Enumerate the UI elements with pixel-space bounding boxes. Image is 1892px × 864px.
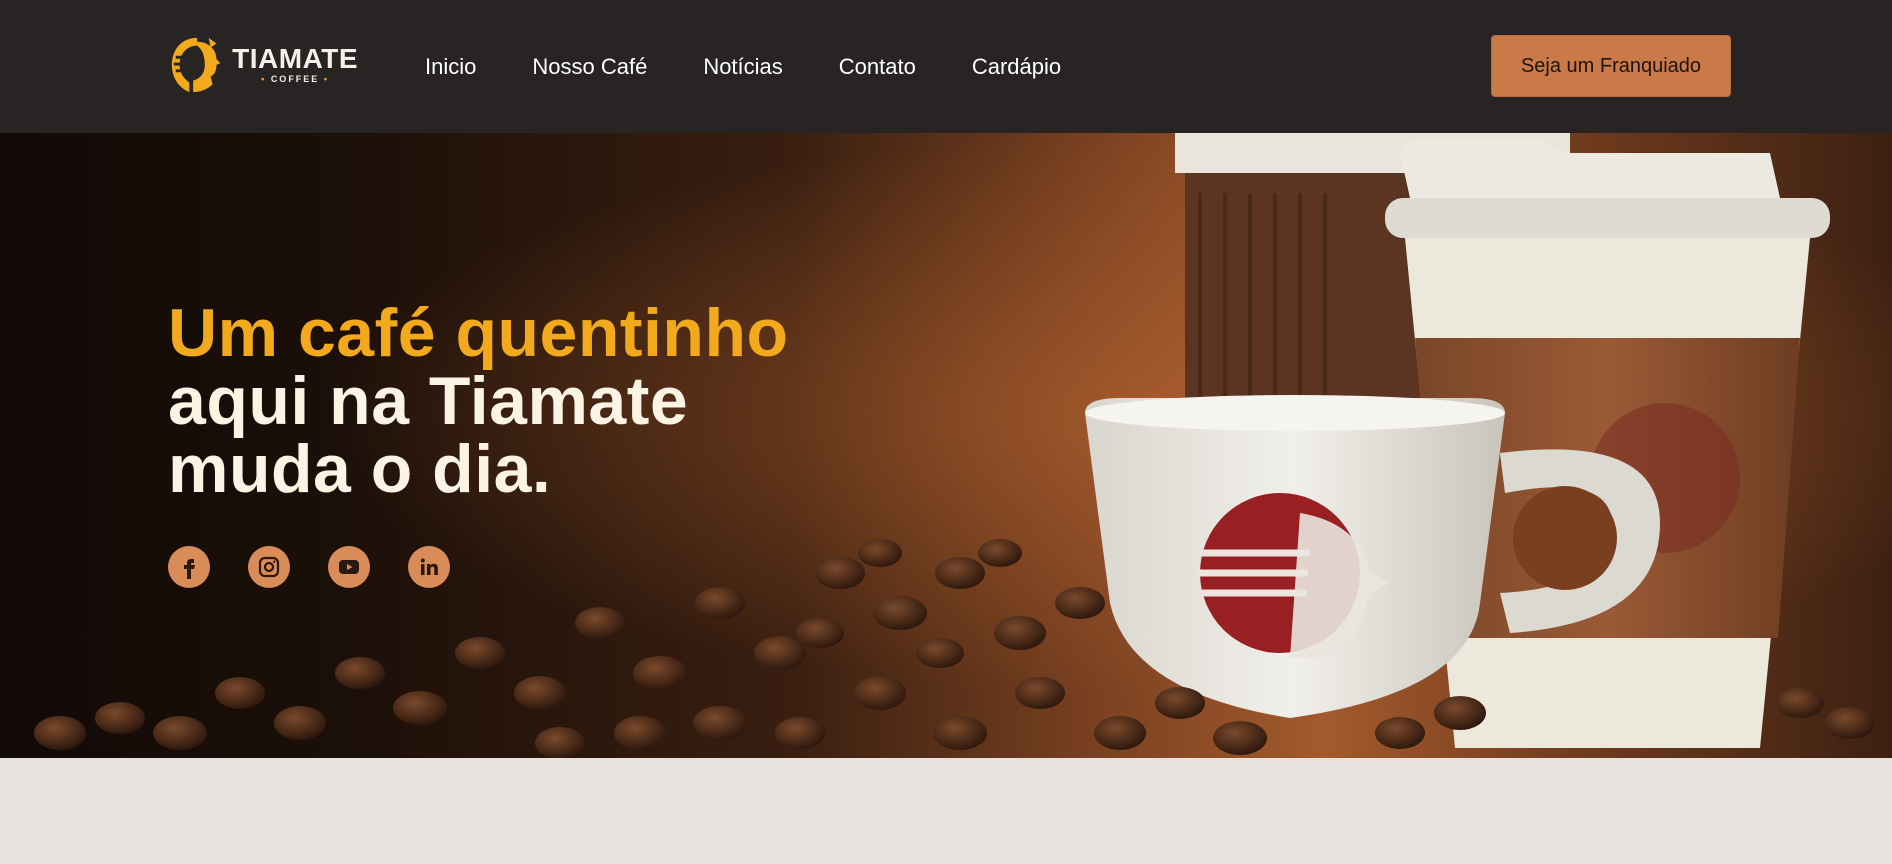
main-nav: Inicio Nosso Café Notícias Contato Cardá…	[425, 0, 1117, 133]
nav-item-noticias[interactable]: Notícias	[703, 54, 782, 80]
franchise-button[interactable]: Seja um Franquiado	[1491, 35, 1731, 97]
nav-item-contato[interactable]: Contato	[839, 54, 916, 80]
nav-item-inicio[interactable]: Inicio	[425, 54, 476, 80]
hero-headline: Um café quentinho aqui na Tiamate muda o…	[168, 299, 789, 503]
nav-item-cardapio[interactable]: Cardápio	[972, 54, 1061, 80]
headline-line-3: muda o dia.	[168, 431, 552, 507]
instagram-link[interactable]	[248, 546, 290, 588]
tiamate-logo-icon	[171, 37, 221, 93]
next-section	[0, 758, 1892, 864]
linkedin-link[interactable]	[408, 546, 450, 588]
youtube-link[interactable]	[328, 546, 370, 588]
social-links	[168, 546, 488, 588]
brand-subtitle: • COFFEE •	[261, 74, 329, 84]
headline-line-2: aqui na Tiamate	[168, 363, 689, 439]
nav-item-nosso-cafe[interactable]: Nosso Café	[532, 54, 647, 80]
brand-logo[interactable]: TIAMATE • COFFEE •	[168, 33, 358, 97]
brand-wordmark: TIAMATE • COFFEE •	[232, 45, 358, 85]
headline-line-1: Um café quentinho	[168, 295, 789, 371]
facebook-icon	[184, 559, 195, 579]
hero-banner: Um café quentinho aqui na Tiamate muda o…	[0, 133, 1892, 758]
linkedin-icon	[420, 558, 438, 575]
site-header: TIAMATE • COFFEE • Inicio Nosso Café Not…	[0, 0, 1892, 133]
instagram-icon	[258, 556, 280, 578]
brand-name: TIAMATE	[232, 43, 358, 74]
facebook-link[interactable]	[168, 546, 210, 588]
youtube-icon	[339, 560, 359, 574]
